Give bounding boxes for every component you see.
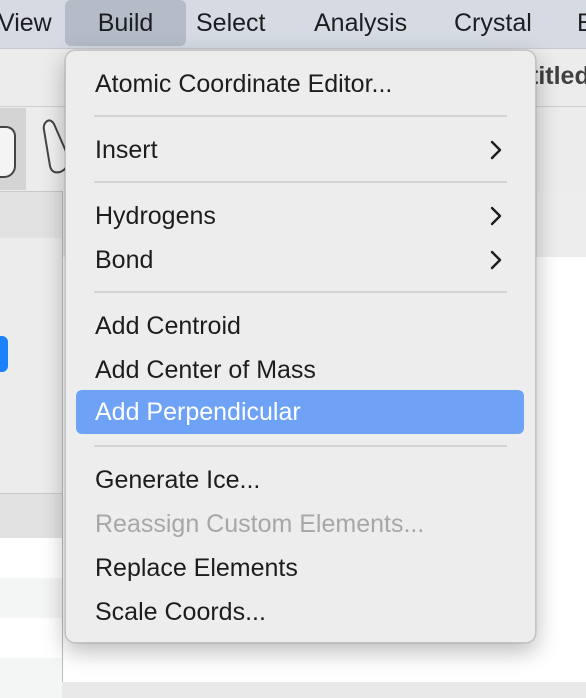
menu-separator xyxy=(94,181,507,183)
menu-item-scale-coords[interactable]: Scale Coords... xyxy=(95,590,266,634)
list-row[interactable] xyxy=(0,658,62,698)
menu-item-bond[interactable]: Bond xyxy=(95,238,153,282)
menu-item-reassign-custom-elements: Reassign Custom Elements... xyxy=(95,510,425,538)
menubar-item-edit[interactable]: E xyxy=(577,0,586,48)
menubar-item-select[interactable]: Select xyxy=(196,0,265,48)
chevron-right-icon xyxy=(490,250,502,270)
menu-separator xyxy=(94,291,507,293)
chevron-right-icon xyxy=(490,206,502,226)
menubar-item-build[interactable]: Build xyxy=(65,0,186,46)
menu-separator xyxy=(94,115,507,117)
menu-bar: View Build Select Analysis Crystal E xyxy=(0,0,586,49)
window-title: titled xyxy=(530,62,586,90)
menu-item-add-centroid[interactable]: Add Centroid xyxy=(95,304,241,348)
panel-toggle-control[interactable] xyxy=(0,336,8,372)
menu-item-atomic-coordinate-editor[interactable]: Atomic Coordinate Editor... xyxy=(95,62,392,106)
side-panel-header xyxy=(0,191,62,239)
menu-item-add-perpendicular[interactable]: Add Perpendicular xyxy=(95,390,301,434)
menu-item-replace-elements[interactable]: Replace Elements xyxy=(95,546,298,590)
hand-tool-icon xyxy=(0,126,16,178)
menu-item-insert[interactable]: Insert xyxy=(95,128,158,172)
menu-item-hydrogens[interactable]: Hydrogens xyxy=(95,194,216,238)
menubar-item-crystal[interactable]: Crystal xyxy=(454,0,532,48)
side-panel-header-2 xyxy=(0,493,62,539)
list-row[interactable] xyxy=(0,538,62,578)
menu-separator xyxy=(94,445,507,447)
menubar-item-view[interactable]: View xyxy=(0,0,52,48)
panel-divider xyxy=(62,191,63,682)
list-row[interactable] xyxy=(0,578,62,618)
menubar-item-analysis[interactable]: Analysis xyxy=(314,0,407,48)
chevron-right-icon xyxy=(490,140,502,160)
side-panel-body xyxy=(0,238,62,493)
menu-item-add-center-of-mass[interactable]: Add Center of Mass xyxy=(95,348,316,392)
menu-item-generate-ice[interactable]: Generate Ice... xyxy=(95,458,260,502)
list-row[interactable] xyxy=(0,618,62,658)
build-menu: Atomic Coordinate Editor... Insert Hydro… xyxy=(65,50,536,643)
